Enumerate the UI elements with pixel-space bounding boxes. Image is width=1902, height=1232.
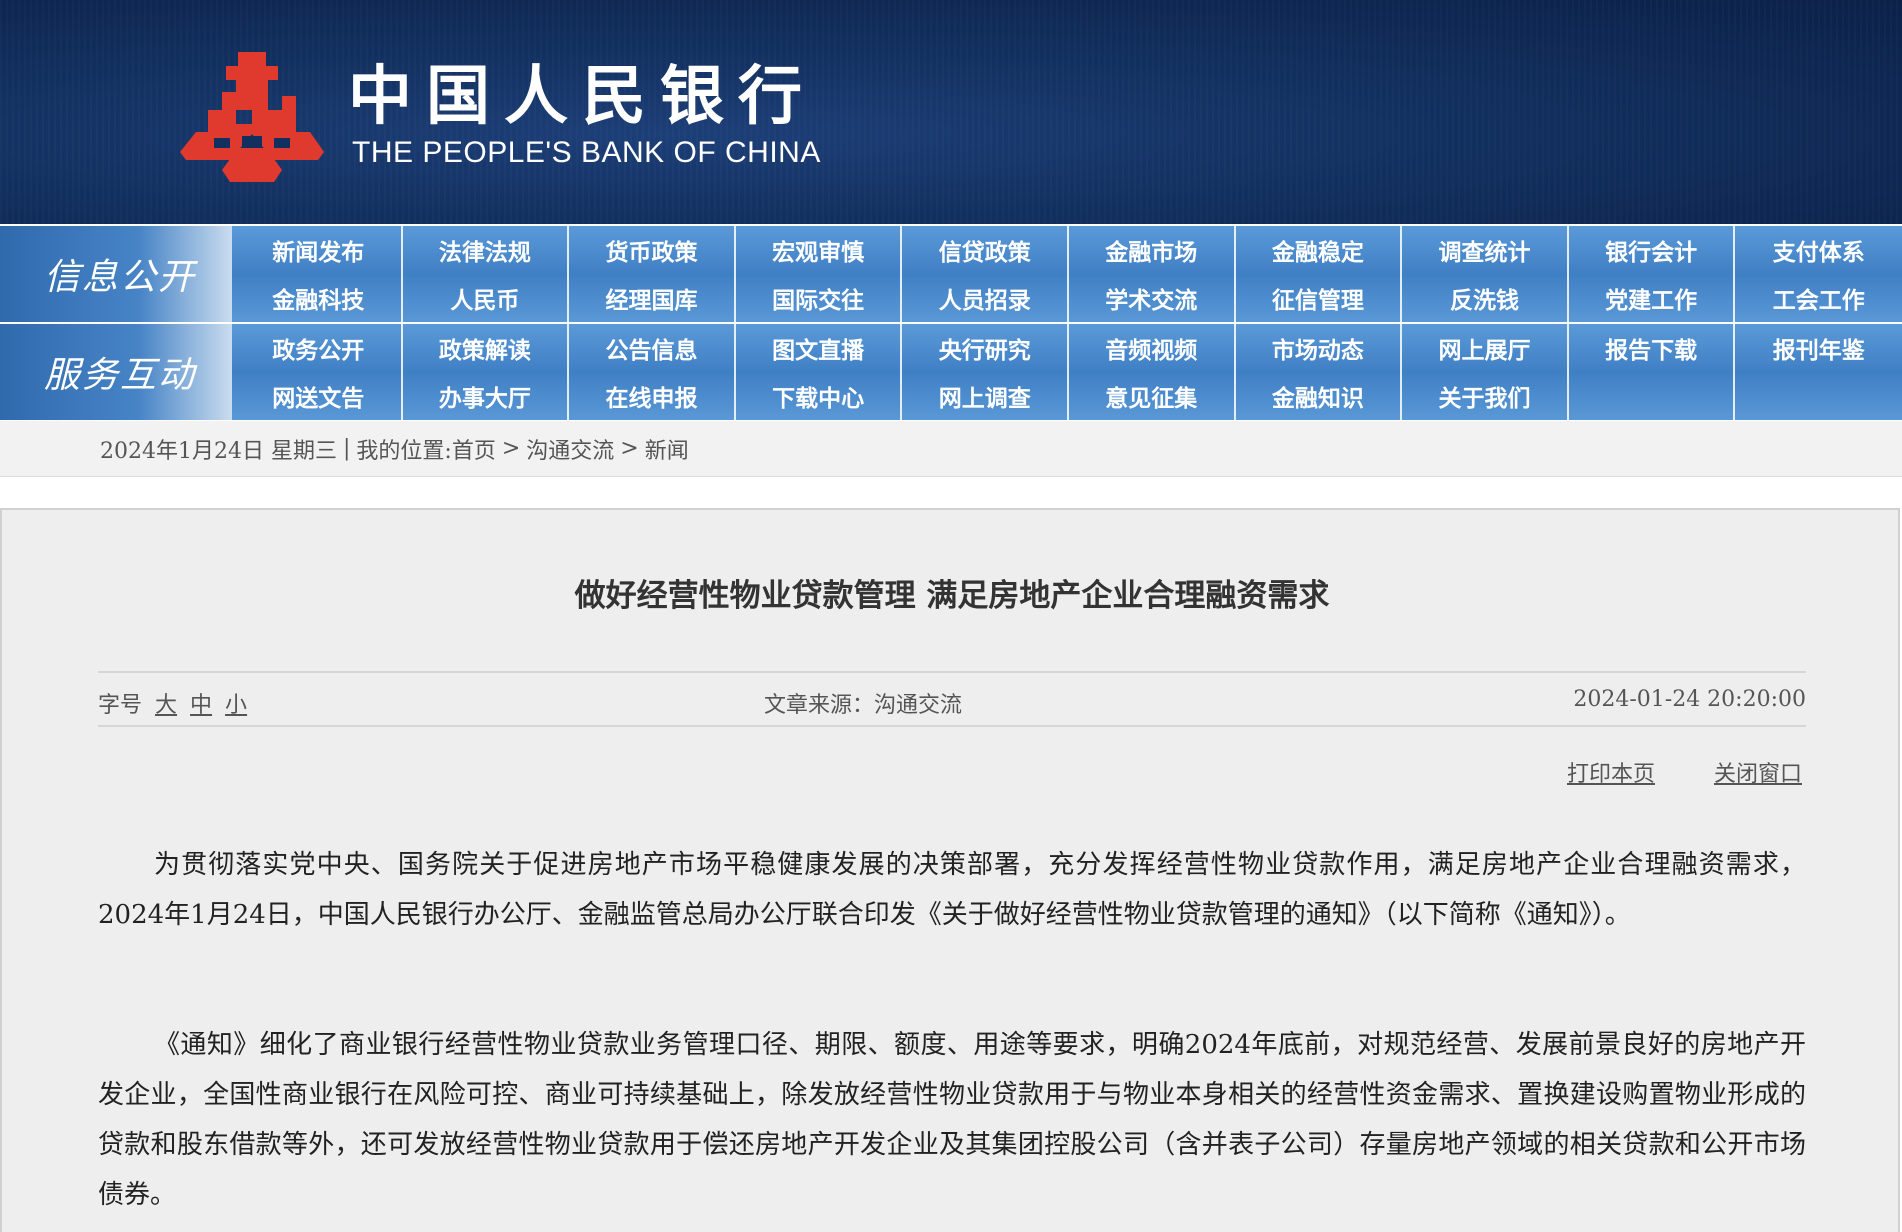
nav-item[interactable]: 网上调查 bbox=[902, 372, 1069, 420]
nav-item[interactable]: 报刊年鉴 bbox=[1735, 324, 1902, 372]
article-title: 做好经营性物业贷款管理 满足房地产企业合理融资需求 bbox=[574, 578, 1330, 614]
nav-empty-cell bbox=[1569, 372, 1736, 420]
breadcrumb-news[interactable]: 新闻 bbox=[645, 433, 689, 465]
nav-band-info: 信息公开 新闻发布 法律法规 货币政策 宏观审慎 信贷政策 金融市场 金融稳定 … bbox=[0, 226, 1902, 322]
nav-item[interactable]: 下载中心 bbox=[736, 372, 903, 420]
font-size-switcher: 字号 大 中 小 bbox=[98, 687, 247, 719]
nav-group-label-info: 信息公开 bbox=[0, 226, 232, 322]
nav-item[interactable]: 国际交往 bbox=[736, 274, 903, 322]
nav-item[interactable]: 征信管理 bbox=[1236, 274, 1403, 322]
font-size-label: 字号 bbox=[98, 693, 143, 718]
nav-item[interactable]: 图文直播 bbox=[736, 324, 903, 372]
nav-item[interactable]: 银行会计 bbox=[1569, 226, 1736, 274]
nav-item[interactable]: 市场动态 bbox=[1236, 324, 1403, 372]
nav-item[interactable]: 金融市场 bbox=[1069, 226, 1236, 274]
nav-item[interactable]: 货币政策 bbox=[569, 226, 736, 274]
nav-item[interactable]: 公告信息 bbox=[569, 324, 736, 372]
nav-item[interactable]: 报告下载 bbox=[1569, 324, 1736, 372]
nav-item[interactable]: 政策解读 bbox=[403, 324, 570, 372]
nav-band-service: 服务互动 政务公开 政策解读 公告信息 图文直播 央行研究 音频视频 市场动态 … bbox=[0, 324, 1902, 420]
article-paragraph: 为贯彻落实党中央、国务院关于促进房地产市场平稳健康发展的决策部署，充分发挥经营性… bbox=[98, 850, 1806, 930]
nav-item[interactable]: 反洗钱 bbox=[1402, 274, 1569, 322]
article-source: 文章来源：沟通交流 bbox=[764, 693, 963, 718]
close-window-link[interactable]: 关闭窗口 bbox=[1714, 762, 1802, 787]
nav-grid-service: 政务公开 政策解读 公告信息 图文直播 央行研究 音频视频 市场动态 网上展厅 … bbox=[236, 324, 1902, 420]
nav-item[interactable]: 网送文告 bbox=[236, 372, 403, 420]
nav-item[interactable]: 宏观审慎 bbox=[736, 226, 903, 274]
breadcrumb-communication[interactable]: 沟通交流 bbox=[526, 433, 614, 465]
nav-item[interactable]: 办事大厅 bbox=[403, 372, 570, 420]
article-actions: 打印本页 关闭窗口 bbox=[1515, 756, 1802, 788]
nav-item[interactable]: 支付体系 bbox=[1735, 226, 1902, 274]
nav-grid-info: 新闻发布 法律法规 货币政策 宏观审慎 信贷政策 金融市场 金融稳定 调查统计 … bbox=[236, 226, 1902, 322]
nav-item[interactable]: 音频视频 bbox=[1069, 324, 1236, 372]
article-container: 做好经营性物业贷款管理 满足房地产企业合理融资需求 字号 大 中 小 文章来源：… bbox=[0, 508, 1900, 1232]
current-date: 2024年1月24日 星期三 bbox=[100, 438, 337, 464]
breadcrumb-home[interactable]: 首页 bbox=[452, 433, 496, 465]
nav-item[interactable]: 工会工作 bbox=[1735, 274, 1902, 322]
nav-item[interactable]: 党建工作 bbox=[1569, 274, 1736, 322]
nav-empty-cell bbox=[1735, 372, 1902, 420]
nav-item[interactable]: 调查统计 bbox=[1402, 226, 1569, 274]
nav-item[interactable]: 经理国库 bbox=[569, 274, 736, 322]
nav-item[interactable]: 在线申报 bbox=[569, 372, 736, 420]
breadcrumb-separator: | bbox=[342, 436, 351, 461]
nav-item[interactable]: 人员招录 bbox=[902, 274, 1069, 322]
nav-group-label-service: 服务互动 bbox=[0, 324, 232, 420]
font-size-medium[interactable]: 中 bbox=[190, 693, 212, 718]
nav-item[interactable]: 意见征集 bbox=[1069, 372, 1236, 420]
pboc-emblem-icon[interactable] bbox=[178, 52, 326, 184]
brand-title-cn: 中国人民银行 bbox=[348, 59, 816, 134]
nav-item[interactable]: 新闻发布 bbox=[236, 226, 403, 274]
nav-item[interactable]: 金融知识 bbox=[1236, 372, 1403, 420]
breadcrumb-arrow-icon: > bbox=[620, 436, 639, 461]
nav-item[interactable]: 信贷政策 bbox=[902, 226, 1069, 274]
breadcrumb: 2024年1月24日 星期三 | 我的位置: 首页 > 沟通交流 > 新闻 bbox=[0, 421, 1902, 477]
article-datetime: 2024-01-24 20:20:00 bbox=[1573, 687, 1806, 712]
header-banner: 中国人民银行 THE PEOPLE'S BANK OF CHINA bbox=[0, 0, 1902, 224]
article-meta: 字号 大 中 小 文章来源：沟通交流 2024-01-24 20:20:00 bbox=[98, 671, 1806, 727]
nav-item[interactable]: 法律法规 bbox=[403, 226, 570, 274]
nav-item[interactable]: 关于我们 bbox=[1402, 372, 1569, 420]
print-page-link[interactable]: 打印本页 bbox=[1567, 762, 1655, 787]
article-paragraph: 《通知》细化了商业银行经营性物业贷款业务管理口径、期限、额度、用途等要求，明确2… bbox=[98, 1030, 1806, 1210]
font-size-large[interactable]: 大 bbox=[155, 693, 177, 718]
location-label: 我的位置: bbox=[356, 438, 452, 464]
breadcrumb-arrow-icon: > bbox=[501, 436, 521, 461]
nav-item[interactable]: 学术交流 bbox=[1069, 274, 1236, 322]
nav-item[interactable]: 人民币 bbox=[403, 274, 570, 322]
nav-item[interactable]: 金融稳定 bbox=[1236, 226, 1403, 274]
nav-item[interactable]: 央行研究 bbox=[902, 324, 1069, 372]
nav-item[interactable]: 政务公开 bbox=[236, 324, 403, 372]
nav-item[interactable]: 金融科技 bbox=[236, 274, 403, 322]
nav-item[interactable]: 网上展厅 bbox=[1402, 324, 1569, 372]
brand-title-en: THE PEOPLE'S BANK OF CHINA bbox=[352, 136, 821, 169]
font-size-small[interactable]: 小 bbox=[225, 693, 247, 718]
